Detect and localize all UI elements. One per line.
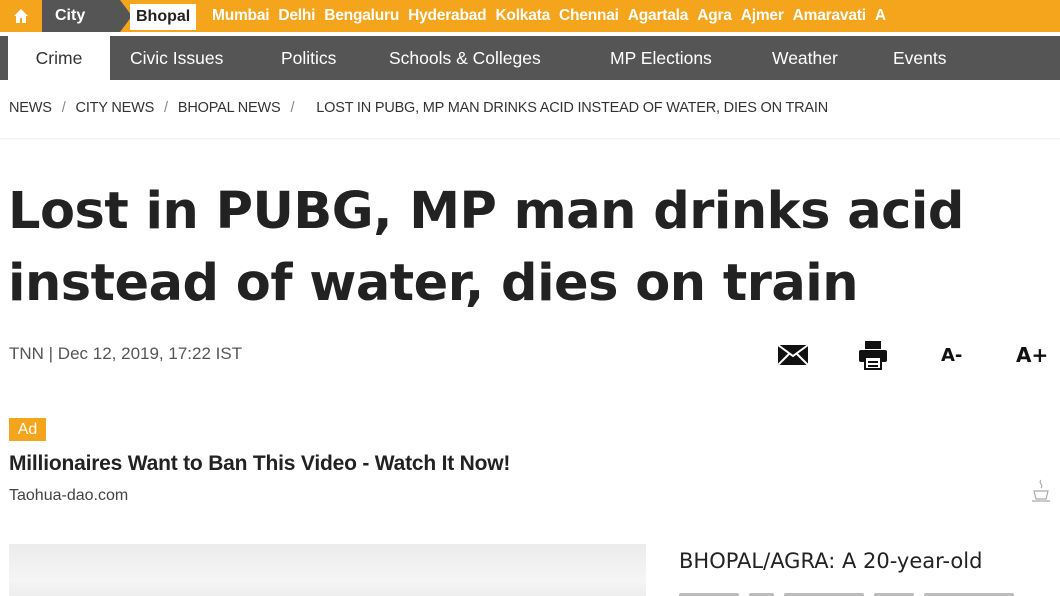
breadcrumb-news[interactable]: NEWS bbox=[9, 100, 52, 116]
page-title: Lost in PUBG, MP man drinks acid instead… bbox=[8, 176, 1060, 320]
email-icon[interactable] bbox=[777, 340, 809, 370]
tab-politics[interactable]: Politics bbox=[281, 36, 336, 80]
city-link-hyderabad[interactable]: Hyderabad bbox=[408, 7, 487, 25]
city-link-kolkata[interactable]: Kolkata bbox=[495, 7, 550, 25]
breadcrumb-bhopal-news[interactable]: BHOPAL NEWS bbox=[178, 100, 281, 116]
printer-icon[interactable] bbox=[858, 340, 888, 370]
city-link-amaravati[interactable]: Amaravati bbox=[793, 7, 866, 25]
tab-events[interactable]: Events bbox=[893, 36, 947, 80]
city-bar: City Bhopal Mumbai Delhi Bengaluru Hyder… bbox=[0, 0, 1060, 32]
byline: TNN | Dec 12, 2019, 17:22 IST bbox=[9, 344, 243, 363]
city-link-mumbai[interactable]: Mumbai bbox=[212, 7, 270, 25]
breadcrumb-separator: / bbox=[290, 100, 295, 116]
city-label: City bbox=[42, 0, 120, 32]
article-lead: BHOPAL/AGRA: A 20-year-old bbox=[679, 549, 983, 573]
city-list: Mumbai Delhi Bengaluru Hyderabad Kolkata… bbox=[212, 0, 895, 32]
city-link-agra[interactable]: Agra bbox=[697, 7, 732, 25]
tab-crime[interactable]: Crime bbox=[8, 36, 110, 80]
current-city[interactable]: Bhopal bbox=[130, 4, 197, 30]
home-icon[interactable] bbox=[0, 0, 42, 32]
breadcrumb-divider bbox=[0, 138, 1060, 140]
city-link-chennai[interactable]: Chennai bbox=[559, 7, 619, 25]
city-link-ajmer[interactable]: Ajmer bbox=[741, 7, 784, 25]
city-link-delhi[interactable]: Delhi bbox=[278, 7, 315, 25]
breadcrumb-separator: / bbox=[61, 100, 66, 116]
article-lead-continuation bbox=[679, 588, 1059, 596]
tab-schools-colleges[interactable]: Schools & Colleges bbox=[389, 36, 541, 80]
ad-badge: Ad bbox=[9, 418, 46, 441]
tab-mp-elections[interactable]: MP Elections bbox=[610, 36, 712, 80]
breadcrumb-separator: / bbox=[164, 100, 168, 116]
city-link-more[interactable]: A bbox=[875, 7, 886, 25]
category-bar: Crime Civic Issues Politics Schools & Co… bbox=[0, 36, 1060, 80]
tab-weather[interactable]: Weather bbox=[772, 36, 838, 80]
breadcrumb: NEWS / CITY NEWS / BHOPAL NEWS / LOST IN PUBG,… bbox=[9, 100, 828, 116]
ad-choices-icon[interactable] bbox=[1030, 478, 1052, 504]
city-link-agartala[interactable]: Agartala bbox=[628, 7, 689, 25]
article-image[interactable] bbox=[9, 544, 646, 596]
breadcrumb-current: LOST IN PUBG, MP MAN DRINKS ACID INSTEAD… bbox=[316, 100, 828, 116]
ad-source[interactable]: Taohua-dao.com bbox=[9, 487, 128, 505]
city-link-bengaluru[interactable]: Bengaluru bbox=[324, 7, 399, 25]
headline-line-1: Lost in PUBG, MP man drinks acid bbox=[8, 182, 964, 241]
breadcrumb-city-news[interactable]: CITY NEWS bbox=[76, 100, 155, 116]
headline-line-2: instead of water, dies on train bbox=[8, 254, 859, 313]
font-decrease-button[interactable]: A- bbox=[941, 340, 962, 370]
tab-civic-issues[interactable]: Civic Issues bbox=[130, 36, 223, 80]
ad-title-link[interactable]: Millionaires Want to Ban This Video - Wa… bbox=[9, 452, 510, 476]
font-increase-button[interactable]: A+ bbox=[1016, 340, 1048, 370]
